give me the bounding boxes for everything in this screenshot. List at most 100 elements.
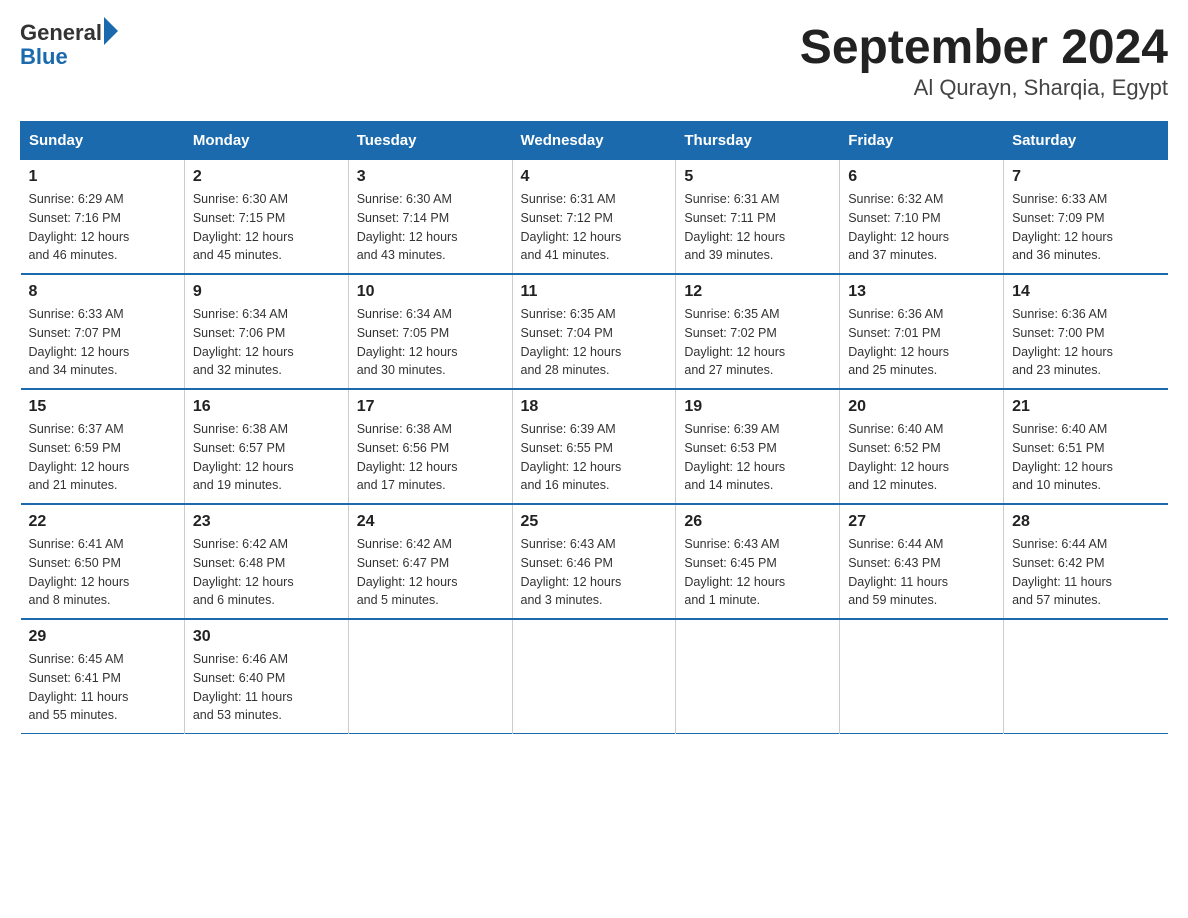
day-cell: 1 Sunrise: 6:29 AMSunset: 7:16 PMDayligh… [21,160,185,275]
day-number: 27 [848,513,995,531]
day-number: 29 [29,628,176,646]
day-cell: 7 Sunrise: 6:33 AMSunset: 7:09 PMDayligh… [1004,160,1168,275]
day-number: 9 [193,283,340,301]
day-info: Sunrise: 6:42 AMSunset: 6:47 PMDaylight:… [357,535,504,610]
day-info: Sunrise: 6:40 AMSunset: 6:52 PMDaylight:… [848,420,995,495]
header-friday: Friday [840,122,1004,160]
logo-general: General [20,20,102,46]
day-number: 5 [684,168,831,186]
day-info: Sunrise: 6:32 AMSunset: 7:10 PMDaylight:… [848,190,995,265]
day-number: 14 [1012,283,1159,301]
day-cell: 8 Sunrise: 6:33 AMSunset: 7:07 PMDayligh… [21,274,185,389]
day-cell: 26 Sunrise: 6:43 AMSunset: 6:45 PMDaylig… [676,504,840,619]
day-info: Sunrise: 6:34 AMSunset: 7:05 PMDaylight:… [357,305,504,380]
weekday-header-row: Sunday Monday Tuesday Wednesday Thursday… [21,122,1168,160]
day-info: Sunrise: 6:36 AMSunset: 7:00 PMDaylight:… [1012,305,1159,380]
day-cell: 25 Sunrise: 6:43 AMSunset: 6:46 PMDaylig… [512,504,676,619]
day-number: 26 [684,513,831,531]
day-info: Sunrise: 6:30 AMSunset: 7:15 PMDaylight:… [193,190,340,265]
day-info: Sunrise: 6:37 AMSunset: 6:59 PMDaylight:… [29,420,176,495]
day-info: Sunrise: 6:33 AMSunset: 7:09 PMDaylight:… [1012,190,1159,265]
day-number: 13 [848,283,995,301]
day-info: Sunrise: 6:30 AMSunset: 7:14 PMDaylight:… [357,190,504,265]
day-info: Sunrise: 6:33 AMSunset: 7:07 PMDaylight:… [29,305,176,380]
day-number: 15 [29,398,176,416]
day-number: 2 [193,168,340,186]
logo-arrow-icon [104,17,118,45]
day-cell [512,619,676,734]
day-cell: 16 Sunrise: 6:38 AMSunset: 6:57 PMDaylig… [184,389,348,504]
day-cell: 13 Sunrise: 6:36 AMSunset: 7:01 PMDaylig… [840,274,1004,389]
day-cell: 5 Sunrise: 6:31 AMSunset: 7:11 PMDayligh… [676,160,840,275]
day-cell: 4 Sunrise: 6:31 AMSunset: 7:12 PMDayligh… [512,160,676,275]
day-info: Sunrise: 6:44 AMSunset: 6:43 PMDaylight:… [848,535,995,610]
day-number: 4 [521,168,668,186]
day-info: Sunrise: 6:36 AMSunset: 7:01 PMDaylight:… [848,305,995,380]
calendar-table: Sunday Monday Tuesday Wednesday Thursday… [20,121,1168,734]
day-cell: 23 Sunrise: 6:42 AMSunset: 6:48 PMDaylig… [184,504,348,619]
day-info: Sunrise: 6:35 AMSunset: 7:04 PMDaylight:… [521,305,668,380]
day-number: 11 [521,283,668,301]
day-number: 3 [357,168,504,186]
day-number: 25 [521,513,668,531]
day-info: Sunrise: 6:29 AMSunset: 7:16 PMDaylight:… [29,190,176,265]
day-number: 6 [848,168,995,186]
day-info: Sunrise: 6:46 AMSunset: 6:40 PMDaylight:… [193,650,340,725]
day-cell: 17 Sunrise: 6:38 AMSunset: 6:56 PMDaylig… [348,389,512,504]
day-info: Sunrise: 6:31 AMSunset: 7:11 PMDaylight:… [684,190,831,265]
day-number: 19 [684,398,831,416]
day-cell: 2 Sunrise: 6:30 AMSunset: 7:15 PMDayligh… [184,160,348,275]
day-number: 12 [684,283,831,301]
day-cell [840,619,1004,734]
day-cell [348,619,512,734]
day-number: 8 [29,283,176,301]
day-cell: 30 Sunrise: 6:46 AMSunset: 6:40 PMDaylig… [184,619,348,734]
day-info: Sunrise: 6:44 AMSunset: 6:42 PMDaylight:… [1012,535,1159,610]
day-info: Sunrise: 6:43 AMSunset: 6:46 PMDaylight:… [521,535,668,610]
header-sunday: Sunday [21,122,185,160]
day-number: 16 [193,398,340,416]
week-row-5: 29 Sunrise: 6:45 AMSunset: 6:41 PMDaylig… [21,619,1168,734]
day-info: Sunrise: 6:38 AMSunset: 6:57 PMDaylight:… [193,420,340,495]
day-cell: 3 Sunrise: 6:30 AMSunset: 7:14 PMDayligh… [348,160,512,275]
week-row-2: 8 Sunrise: 6:33 AMSunset: 7:07 PMDayligh… [21,274,1168,389]
day-number: 17 [357,398,504,416]
day-number: 24 [357,513,504,531]
day-cell: 22 Sunrise: 6:41 AMSunset: 6:50 PMDaylig… [21,504,185,619]
day-number: 1 [29,168,176,186]
page-header: General Blue September 2024 Al Qurayn, S… [20,20,1168,101]
day-cell: 12 Sunrise: 6:35 AMSunset: 7:02 PMDaylig… [676,274,840,389]
header-wednesday: Wednesday [512,122,676,160]
day-cell: 6 Sunrise: 6:32 AMSunset: 7:10 PMDayligh… [840,160,1004,275]
day-info: Sunrise: 6:38 AMSunset: 6:56 PMDaylight:… [357,420,504,495]
day-info: Sunrise: 6:35 AMSunset: 7:02 PMDaylight:… [684,305,831,380]
day-cell: 24 Sunrise: 6:42 AMSunset: 6:47 PMDaylig… [348,504,512,619]
day-info: Sunrise: 6:34 AMSunset: 7:06 PMDaylight:… [193,305,340,380]
day-info: Sunrise: 6:41 AMSunset: 6:50 PMDaylight:… [29,535,176,610]
day-cell: 18 Sunrise: 6:39 AMSunset: 6:55 PMDaylig… [512,389,676,504]
day-cell [676,619,840,734]
day-number: 22 [29,513,176,531]
day-cell: 21 Sunrise: 6:40 AMSunset: 6:51 PMDaylig… [1004,389,1168,504]
day-info: Sunrise: 6:39 AMSunset: 6:55 PMDaylight:… [521,420,668,495]
header-saturday: Saturday [1004,122,1168,160]
header-thursday: Thursday [676,122,840,160]
header-tuesday: Tuesday [348,122,512,160]
logo-blue: Blue [20,44,118,70]
day-info: Sunrise: 6:45 AMSunset: 6:41 PMDaylight:… [29,650,176,725]
day-cell [1004,619,1168,734]
day-cell: 10 Sunrise: 6:34 AMSunset: 7:05 PMDaylig… [348,274,512,389]
day-number: 7 [1012,168,1159,186]
calendar-title: September 2024 [800,20,1168,75]
day-cell: 14 Sunrise: 6:36 AMSunset: 7:00 PMDaylig… [1004,274,1168,389]
week-row-3: 15 Sunrise: 6:37 AMSunset: 6:59 PMDaylig… [21,389,1168,504]
day-number: 28 [1012,513,1159,531]
day-cell: 29 Sunrise: 6:45 AMSunset: 6:41 PMDaylig… [21,619,185,734]
day-number: 23 [193,513,340,531]
day-cell: 27 Sunrise: 6:44 AMSunset: 6:43 PMDaylig… [840,504,1004,619]
day-number: 10 [357,283,504,301]
title-block: September 2024 Al Qurayn, Sharqia, Egypt [800,20,1168,101]
week-row-4: 22 Sunrise: 6:41 AMSunset: 6:50 PMDaylig… [21,504,1168,619]
day-info: Sunrise: 6:39 AMSunset: 6:53 PMDaylight:… [684,420,831,495]
day-number: 30 [193,628,340,646]
